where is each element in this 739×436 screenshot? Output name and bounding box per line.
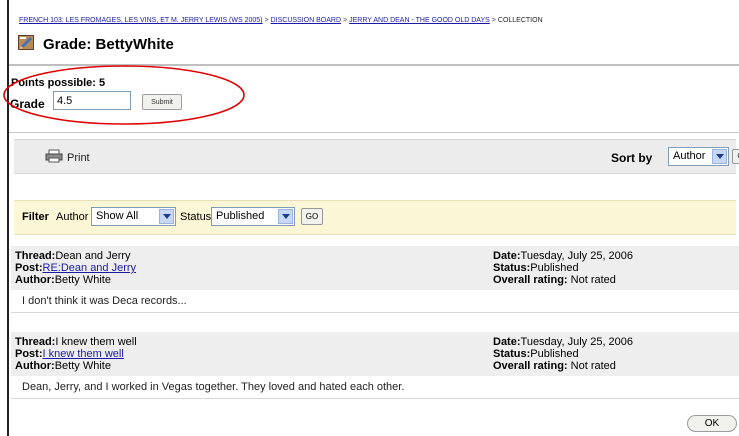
status-row: Status:Published <box>493 348 633 360</box>
author-filter-select[interactable]: Show All <box>91 207 176 226</box>
printer-icon <box>45 149 67 166</box>
print-label: Print <box>67 151 90 164</box>
post-label: Post: <box>15 348 43 360</box>
post-body: I don't think it was Deca records... <box>11 290 739 313</box>
ok-button[interactable]: OK <box>687 415 737 432</box>
status-label: Status: <box>493 348 531 360</box>
chevron-down-icon[interactable] <box>159 209 174 224</box>
date-label: Date: <box>493 336 521 348</box>
chevron-down-icon[interactable] <box>712 149 727 164</box>
post-date: Tuesday, July 25, 2006 <box>520 250 634 262</box>
date-row: Date:Tuesday, July 25, 2006 <box>493 336 633 348</box>
breadcrumb-separator: > <box>264 17 269 24</box>
status-label: Status: <box>493 262 531 274</box>
author-label: Author: <box>15 274 55 286</box>
filter-label: Filter <box>22 211 49 223</box>
post-body: Dean, Jerry, and I worked in Vegas toget… <box>11 376 739 399</box>
author-row: Author:Betty White <box>15 274 136 286</box>
rating-label: Overall rating: <box>493 274 568 286</box>
rating-row: Overall rating: Not rated <box>493 360 633 372</box>
post-meta-left: Thread:I knew them well Post:I knew them… <box>15 336 137 372</box>
author-row: Author:Betty White <box>15 360 137 372</box>
status-row: Status:Published <box>493 262 633 274</box>
filter-bar: Filter Author Show All Status Published … <box>14 200 736 235</box>
status-filter-value: Published <box>216 210 265 222</box>
post-label: Post: <box>15 262 43 274</box>
post-meta-right: Date:Tuesday, July 25, 2006 Status:Publi… <box>493 336 633 372</box>
author-name: Betty White <box>54 274 111 286</box>
post-status: Published <box>530 262 579 274</box>
rating-label: Overall rating: <box>493 360 568 372</box>
post-row: Post:RE:Dean and Jerry <box>15 262 136 274</box>
date-row: Date:Tuesday, July 25, 2006 <box>493 250 633 262</box>
divider <box>9 132 739 133</box>
thread-title: Dean and Jerry <box>55 250 131 262</box>
highlight-ellipse <box>3 65 245 125</box>
author-name: Betty White <box>54 360 111 372</box>
status-filter-select[interactable]: Published <box>211 207 295 226</box>
post-meta-right: Date:Tuesday, July 25, 2006 Status:Publi… <box>493 250 633 286</box>
post-rating: Not rated <box>570 360 616 372</box>
thread-label: Thread: <box>15 250 56 262</box>
rating-row: Overall rating: Not rated <box>493 274 633 286</box>
breadcrumb-link-forum[interactable]: JERRY AND DEAN - THE GOOD OLD DAYS <box>349 17 490 24</box>
print-button[interactable]: Print <box>45 149 90 166</box>
breadcrumb-current: COLLECTION <box>497 17 543 24</box>
thread-title: I knew them well <box>55 336 137 348</box>
breadcrumb-separator: > <box>343 17 348 24</box>
sort-by-label: Sort by <box>611 151 653 165</box>
post-link[interactable]: I knew them well <box>43 348 124 360</box>
post-meta-left: Thread:Dean and Jerry Post:RE:Dean and J… <box>15 250 136 286</box>
post-date: Tuesday, July 25, 2006 <box>520 336 634 348</box>
breadcrumb-link-discussion-board[interactable]: DISCUSSION BOARD <box>271 17 341 24</box>
post-header: Thread:Dean and Jerry Post:RE:Dean and J… <box>11 246 739 290</box>
post-rating: Not rated <box>570 274 616 286</box>
post-message: Dean, Jerry, and I worked in Vegas toget… <box>22 381 405 393</box>
page-title: Grade: BettyWhite <box>43 35 174 53</box>
chevron-down-icon[interactable] <box>278 209 293 224</box>
status-filter-label: Status <box>180 211 212 223</box>
grade-book-icon <box>17 33 35 56</box>
sort-go-button[interactable]: Go <box>732 149 739 164</box>
author-label: Author: <box>15 360 55 372</box>
post-link[interactable]: RE:Dean and Jerry <box>43 262 137 274</box>
post-status: Published <box>530 348 579 360</box>
thread-row: Thread:Dean and Jerry <box>15 250 136 262</box>
breadcrumb-separator: > <box>491 17 496 24</box>
author-filter-label: Author <box>56 211 89 223</box>
action-toolbar: Print Sort by Author Go <box>14 139 739 174</box>
thread-row: Thread:I knew them well <box>15 336 137 348</box>
breadcrumb-link-course[interactable]: FRENCH 103: LES FROMAGES, LES VINS, ET M… <box>19 17 263 24</box>
breadcrumb: FRENCH 103: LES FROMAGES, LES VINS, ET M… <box>19 17 543 24</box>
thread-label: Thread: <box>15 336 56 348</box>
filter-go-button[interactable]: GO <box>301 208 323 225</box>
post-header: Thread:I knew them well Post:I knew them… <box>11 332 739 376</box>
author-filter-value: Show All <box>96 210 139 222</box>
date-label: Date: <box>493 250 521 262</box>
post-message: I don't think it was Deca records... <box>22 295 187 307</box>
sort-by-select[interactable]: Author <box>668 147 729 166</box>
post-row: Post:I knew them well <box>15 348 137 360</box>
sort-by-value: Author <box>673 150 706 162</box>
page-header: Grade: BettyWhite <box>17 33 174 55</box>
